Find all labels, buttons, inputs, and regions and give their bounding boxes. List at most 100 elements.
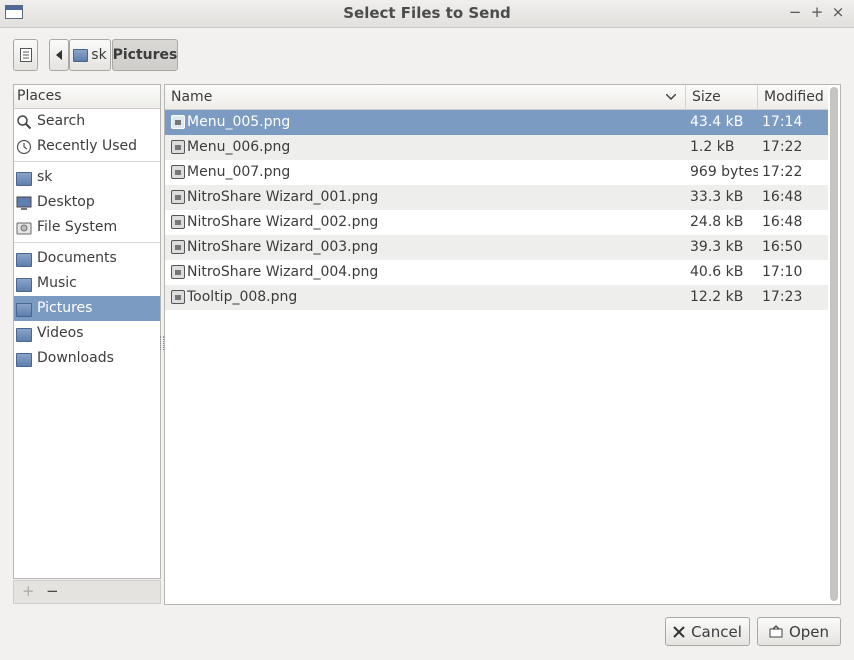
window-title: Select Files to Send	[343, 4, 511, 22]
place-label: Search	[37, 113, 86, 129]
folder-icon	[16, 251, 32, 267]
file-modified: 17:22	[762, 139, 803, 155]
path-button-label: Pictures	[112, 47, 178, 63]
minimize-button[interactable]: −	[786, 3, 804, 21]
desktop-icon	[16, 196, 32, 210]
place-sk[interactable]: sk	[14, 165, 160, 190]
close-button[interactable]: ×	[829, 3, 847, 21]
place-search[interactable]: Search	[14, 109, 160, 134]
file-modified: 16:50	[762, 239, 803, 255]
file-list: Name Size Modified Menu_005.png 43.4 kB …	[164, 84, 841, 605]
column-header-modified[interactable]: Modified	[758, 85, 830, 109]
file-modified: 16:48	[762, 189, 803, 205]
file-row[interactable]: NitroShare Wizard_003.png 39.3 kB 16:50	[165, 235, 828, 260]
folder-icon	[73, 48, 89, 62]
places-panel: Places Search Recently Used sk Desktop F	[13, 84, 161, 579]
file-row[interactable]: Tooltip_008.png 12.2 kB 17:23	[165, 285, 828, 310]
file-name: Menu_005.png	[187, 114, 291, 130]
image-file-icon	[171, 165, 185, 179]
path-button-sk[interactable]: sk	[69, 39, 111, 71]
image-file-icon	[171, 240, 185, 254]
file-size: 1.2 kB	[690, 139, 735, 155]
file-row[interactable]: NitroShare Wizard_004.png 40.6 kB 17:10	[165, 260, 828, 285]
open-icon	[769, 625, 783, 638]
folder-icon	[16, 351, 32, 367]
location-toggle-button[interactable]	[13, 39, 38, 71]
image-file-icon	[171, 140, 185, 154]
place-desktop[interactable]: Desktop	[14, 190, 160, 215]
folder-icon	[16, 326, 32, 342]
image-file-icon	[171, 265, 185, 279]
open-button[interactable]: Open	[757, 617, 841, 646]
image-file-icon	[171, 190, 185, 204]
maximize-button[interactable]: +	[808, 3, 826, 21]
place-label: Downloads	[37, 350, 114, 366]
file-modified: 17:22	[762, 164, 803, 180]
place-label: File System	[37, 219, 118, 235]
file-modified: 17:14	[762, 114, 803, 130]
text-entry-icon	[20, 48, 32, 62]
folder-icon	[16, 276, 32, 292]
clock-icon	[16, 139, 32, 154]
vertical-scrollbar[interactable]	[830, 87, 838, 601]
column-header-size[interactable]: Size	[686, 85, 758, 109]
file-row[interactable]: Menu_007.png 969 bytes 17:22	[165, 160, 828, 185]
place-label: sk	[37, 169, 53, 185]
places-header: Places	[14, 85, 160, 109]
image-file-icon	[171, 290, 185, 304]
file-name: Menu_006.png	[187, 139, 291, 155]
place-label: Desktop	[37, 194, 95, 210]
place-recently-used[interactable]: Recently Used	[14, 134, 160, 159]
remove-bookmark-button[interactable]: −	[46, 582, 59, 600]
file-name: NitroShare Wizard_004.png	[187, 264, 379, 280]
sort-descending-icon	[666, 94, 676, 100]
add-bookmark-button[interactable]: +	[22, 582, 35, 600]
place-label: Pictures	[37, 300, 93, 316]
column-label: Modified	[764, 89, 824, 105]
places-footer: + −	[13, 580, 161, 604]
place-downloads[interactable]: Downloads	[14, 346, 160, 371]
place-label: Music	[37, 275, 77, 291]
file-size: 43.4 kB	[690, 114, 744, 130]
cancel-button[interactable]: Cancel	[665, 617, 750, 646]
place-label: Videos	[37, 325, 84, 341]
file-row[interactable]: Menu_006.png 1.2 kB 17:22	[165, 135, 828, 160]
file-size: 39.3 kB	[690, 239, 744, 255]
x-icon	[673, 625, 685, 638]
file-modified: 17:23	[762, 289, 803, 305]
file-row[interactable]: Menu_005.png 43.4 kB 17:14	[165, 110, 828, 135]
home-folder-icon	[16, 170, 32, 186]
place-documents[interactable]: Documents	[14, 246, 160, 271]
file-size: 12.2 kB	[690, 289, 744, 305]
place-label: Documents	[37, 250, 117, 266]
path-button-pictures[interactable]: Pictures	[112, 39, 178, 71]
place-label: Recently Used	[37, 138, 138, 154]
file-name: NitroShare Wizard_003.png	[187, 239, 379, 255]
file-name: Menu_007.png	[187, 164, 291, 180]
open-button-label: Open	[788, 622, 830, 641]
place-music[interactable]: Music	[14, 271, 160, 296]
search-icon	[17, 114, 32, 129]
file-row[interactable]: NitroShare Wizard_001.png 33.3 kB 16:48	[165, 185, 828, 210]
file-size: 33.3 kB	[690, 189, 744, 205]
column-label: Size	[692, 89, 721, 105]
file-modified: 17:10	[762, 264, 803, 280]
file-name: Tooltip_008.png	[187, 289, 298, 305]
cancel-button-label: Cancel	[691, 622, 742, 641]
path-back-button[interactable]	[49, 39, 69, 71]
path-button-label: sk	[91, 47, 107, 63]
file-row[interactable]: NitroShare Wizard_002.png 24.8 kB 16:48	[165, 210, 828, 235]
column-label: Name	[171, 89, 213, 105]
drive-icon	[16, 222, 32, 234]
image-file-icon	[171, 215, 185, 229]
folder-icon	[16, 301, 32, 317]
left-arrow-icon	[56, 50, 62, 60]
place-file-system[interactable]: File System	[14, 215, 160, 240]
file-name: NitroShare Wizard_002.png	[187, 214, 379, 230]
file-size: 40.6 kB	[690, 264, 744, 280]
column-header-name[interactable]: Name	[165, 85, 686, 109]
place-videos[interactable]: Videos	[14, 321, 160, 346]
file-list-header: Name Size Modified	[165, 85, 828, 110]
image-file-icon	[171, 115, 185, 129]
place-pictures[interactable]: Pictures	[14, 296, 160, 321]
